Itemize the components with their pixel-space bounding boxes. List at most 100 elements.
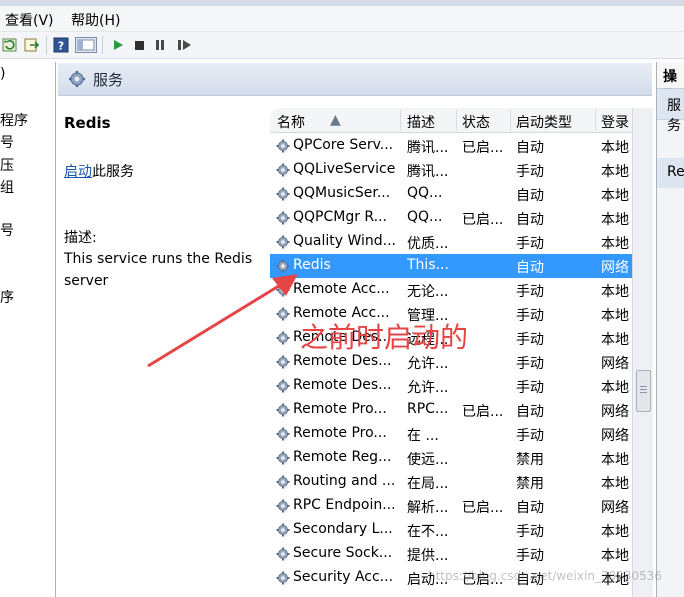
- show-hide-console-tree-icon[interactable]: [75, 37, 97, 53]
- services-header: 服务: [58, 63, 652, 96]
- service-row[interactable]: Secure Sock... 提供... 手动 本地: [270, 542, 632, 566]
- column-header-startup-type[interactable]: 启动类型: [516, 112, 572, 132]
- service-row[interactable]: Quality Wind... 优质... 手动 本地: [270, 230, 632, 254]
- service-row[interactable]: QQMusicSer... QQ... 自动 本地: [270, 182, 632, 206]
- service-logon: 本地: [601, 452, 629, 468]
- services-gear-icon: [69, 71, 85, 87]
- service-startup-type: 手动: [516, 356, 544, 372]
- restart-service-icon[interactable]: [176, 37, 192, 53]
- service-logon: 本地: [601, 524, 629, 540]
- tree-item[interactable]: ): [0, 66, 5, 82]
- service-startup-type: 手动: [516, 548, 544, 564]
- toolbar: ?: [0, 32, 684, 59]
- service-name: QQMusicSer...: [293, 185, 391, 201]
- vertical-scrollbar[interactable]: [632, 108, 653, 597]
- service-logon: 本地: [601, 212, 629, 228]
- column-header-logon[interactable]: 登录: [601, 112, 629, 132]
- service-startup-type: 自动: [516, 212, 544, 228]
- service-logon: 本地: [601, 164, 629, 180]
- service-startup-type: 手动: [516, 524, 544, 540]
- service-gear-icon: [276, 379, 290, 393]
- service-gear-icon: [276, 427, 290, 441]
- service-logon: 本地: [601, 476, 629, 492]
- menu-help[interactable]: 帮助(H): [71, 10, 120, 30]
- service-gear-icon: [276, 499, 290, 513]
- stop-service-icon[interactable]: [131, 37, 147, 53]
- service-description: 允许...: [407, 356, 449, 372]
- service-row[interactable]: Remote Des... 允许... 手动 本地: [270, 374, 632, 398]
- service-description: QQ...: [407, 209, 443, 225]
- service-row[interactable]: QPCore Serv... 腾讯... 已启... 自动 本地: [270, 134, 632, 158]
- column-header-description[interactable]: 描述: [407, 112, 435, 132]
- service-row[interactable]: Remote Acc... 无论... 手动 本地: [270, 278, 632, 302]
- service-row[interactable]: QQPCMgr R... QQ... 已启... 自动 本地: [270, 206, 632, 230]
- service-gear-icon: [276, 547, 290, 561]
- service-startup-type: 手动: [516, 284, 544, 300]
- service-startup-type: 手动: [516, 236, 544, 252]
- annotation-text: 之前时启动的: [300, 321, 469, 354]
- tree-item[interactable]: 压: [0, 155, 14, 175]
- service-startup-type: 禁用: [516, 452, 544, 468]
- tree-item[interactable]: 程序: [0, 110, 28, 130]
- start-service-icon[interactable]: [110, 37, 126, 53]
- service-logon: 本地: [601, 548, 629, 564]
- service-startup-type: 手动: [516, 428, 544, 444]
- tree-item[interactable]: 序: [0, 287, 14, 307]
- service-description: 优质...: [407, 236, 449, 252]
- service-row[interactable]: Remote Reg... 使远... 禁用 本地: [270, 446, 632, 470]
- actions-pane: 操作 服务 Re: [656, 62, 684, 597]
- service-name: QQLiveService: [293, 161, 396, 177]
- service-description: This...: [407, 257, 449, 273]
- window-frame-edge: [0, 0, 684, 6]
- service-row[interactable]: Secondary L... 在不... 手动 本地: [270, 518, 632, 542]
- service-logon: 本地: [601, 140, 629, 156]
- column-divider[interactable]: [400, 110, 401, 130]
- service-row[interactable]: Remote Pro... 在 ... 手动 网络: [270, 422, 632, 446]
- service-logon: 本地: [601, 284, 629, 300]
- menu-bar: 查看(V) 帮助(H): [0, 0, 684, 32]
- column-header-status[interactable]: 状态: [462, 112, 490, 132]
- scrollbar-grip-line: [640, 392, 647, 393]
- page-title: 服务: [93, 71, 124, 89]
- column-divider[interactable]: [595, 110, 596, 130]
- column-header-row: ▲ 名称 描述 状态 启动类型 登录: [270, 108, 632, 133]
- service-name: Secondary L...: [293, 521, 393, 537]
- actions-header: 操作: [657, 62, 684, 105]
- refresh-icon[interactable]: [2, 37, 18, 53]
- service-row[interactable]: Routing and ... 在局... 禁用 本地: [270, 470, 632, 494]
- service-description: 在 ...: [407, 428, 439, 444]
- service-status: 已启...: [462, 212, 504, 228]
- service-logon: 本地: [601, 308, 629, 324]
- service-row[interactable]: RPC Endpoin... 解析... 已启... 自动 网络: [270, 494, 632, 518]
- help-icon[interactable]: ?: [53, 37, 69, 53]
- pause-service-icon[interactable]: [152, 37, 168, 53]
- service-gear-icon: [276, 163, 290, 177]
- service-row[interactable]: Redis This... 自动 网络: [270, 254, 632, 278]
- column-divider[interactable]: [456, 110, 457, 130]
- service-row[interactable]: QQLiveService 腾讯... 手动 本地: [270, 158, 632, 182]
- service-description: 在局...: [407, 476, 449, 492]
- start-service-link[interactable]: 启动: [64, 164, 92, 180]
- tree-item[interactable]: 组: [0, 177, 14, 197]
- column-header-name[interactable]: 名称: [277, 112, 305, 132]
- export-list-icon[interactable]: [24, 37, 40, 53]
- scrollbar-thumb[interactable]: [636, 370, 651, 412]
- service-row[interactable]: Remote Pro... RPC... 已启... 自动 网络: [270, 398, 632, 422]
- service-gear-icon: [276, 235, 290, 249]
- service-description: QQ...: [407, 185, 443, 201]
- service-name: Remote Des...: [293, 377, 392, 393]
- service-description: 腾讯...: [407, 164, 449, 180]
- service-logon: 本地: [601, 188, 629, 204]
- actions-section-redis[interactable]: Re: [657, 158, 684, 188]
- sort-ascending-icon: ▲: [330, 112, 341, 128]
- service-name: Secure Sock...: [293, 545, 393, 561]
- tree-item[interactable]: 号: [0, 132, 14, 152]
- actions-section-services[interactable]: 服务: [657, 89, 684, 134]
- service-startup-type: 手动: [516, 380, 544, 396]
- menu-view[interactable]: 查看(V): [5, 10, 54, 30]
- service-description: 使远...: [407, 452, 449, 468]
- tree-item[interactable]: 号: [0, 220, 14, 240]
- column-divider[interactable]: [510, 110, 511, 130]
- scrollbar-grip-line: [640, 389, 647, 390]
- actions-section-label: Re: [667, 164, 684, 180]
